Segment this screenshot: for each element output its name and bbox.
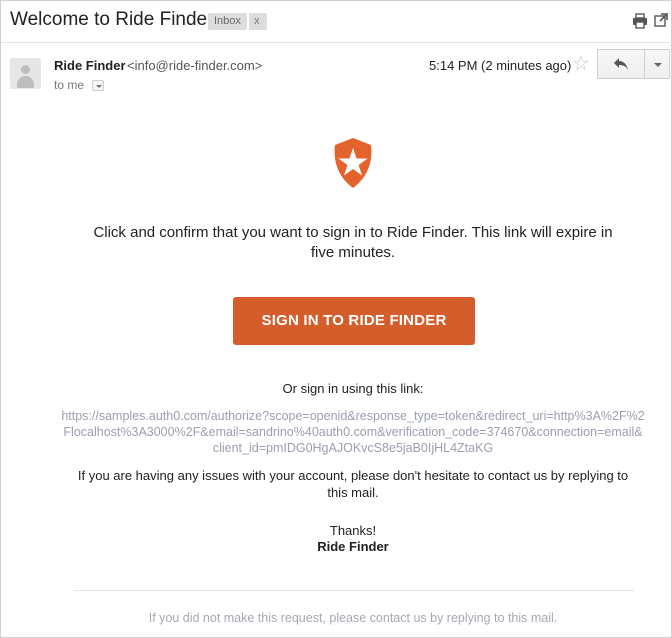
reply-icon [614,58,628,70]
recipient-summary: to me [54,78,85,92]
link-line[interactable]: client_id=pmIDG0HgAJOKvcS8e5jaB0IjHL4Zta… [61,440,645,456]
sign-off: Thanks! Ride Finder [61,523,645,555]
subject-bar: Welcome to Ride Finder Inbox x [1,1,672,43]
intro-text: Click and confirm that you want to sign … [61,223,645,263]
support-line-1: If you are having any issues with your a… [77,468,629,483]
email-timestamp: 5:14 PM (2 minutes ago) [429,58,572,73]
alt-sign-in-text: Or sign in using this link: [282,381,424,396]
email-view: Welcome to Ride Finder Inbox x Ride Find… [0,0,672,638]
intro-line-1: Click and confirm that you want to sign … [93,224,613,241]
support-text: If you are having any issues with your a… [61,467,645,501]
avatar[interactable] [10,58,41,89]
label-inbox[interactable]: Inbox [208,13,247,30]
footer-text: If you did not make this request, please… [148,611,558,625]
email-subject: Welcome to Ride Finder [10,9,214,30]
thanks-text: Thanks! [329,523,377,538]
shield-star-logo [334,138,372,188]
reply-button[interactable] [597,49,645,79]
sign-in-link[interactable]: https://samples.auth0.com/authorize?scop… [61,408,645,456]
more-actions-chevron-down-icon[interactable] [644,49,670,79]
divider [74,590,634,591]
popout-icon[interactable] [654,13,670,29]
link-line[interactable]: Flocalhost%3A3000%2F&email=sandrino%40au… [61,424,645,440]
star-icon[interactable]: ☆ [572,54,590,74]
link-line[interactable]: https://samples.auth0.com/authorize?scop… [61,408,645,424]
printer-icon[interactable] [632,13,648,29]
signature: Ride Finder [317,539,389,554]
show-details-chevron-down-icon[interactable] [92,80,104,91]
intro-line-2: five minutes. [310,244,396,261]
remove-label-button[interactable]: x [249,13,267,30]
sender-email: <info@ride-finder.com> [127,58,263,73]
sign-in-button[interactable]: SIGN IN TO RIDE FINDER [233,297,475,345]
support-line-2: this mail. [327,485,379,500]
sender-name[interactable]: Ride Finder [54,58,126,73]
